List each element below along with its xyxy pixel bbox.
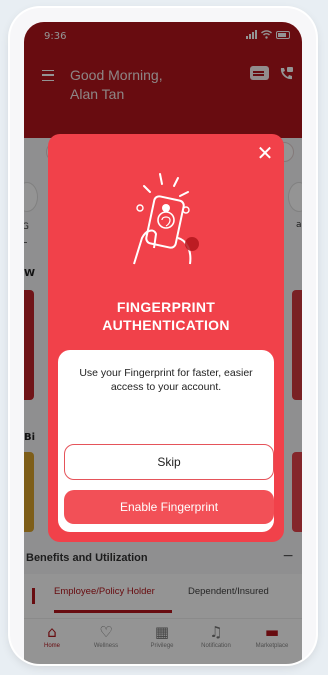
modal-content-card: Use your Fingerprint for faster, easier …	[58, 350, 274, 532]
fingerprint-modal: ✕ FINGERPRINT AUTHENTICATION Use your Fi…	[48, 134, 284, 542]
enable-fingerprint-button[interactable]: Enable Fingerprint	[64, 490, 274, 524]
phone-frame: 9:36 Good Morning, Alan Tan G L a W Bi B…	[10, 8, 316, 664]
skip-button[interactable]: Skip	[64, 444, 274, 480]
app-screen: 9:36 Good Morning, Alan Tan G L a W Bi B…	[24, 22, 302, 664]
modal-title: FINGERPRINT AUTHENTICATION	[48, 298, 284, 334]
modal-message: Use your Fingerprint for faster, easier …	[79, 367, 253, 393]
modal-title-line-2: AUTHENTICATION	[102, 317, 230, 333]
modal-title-line-1: FINGERPRINT	[116, 299, 216, 315]
fingerprint-phone-illustration	[133, 173, 199, 265]
close-icon[interactable]: ✕	[254, 142, 276, 164]
